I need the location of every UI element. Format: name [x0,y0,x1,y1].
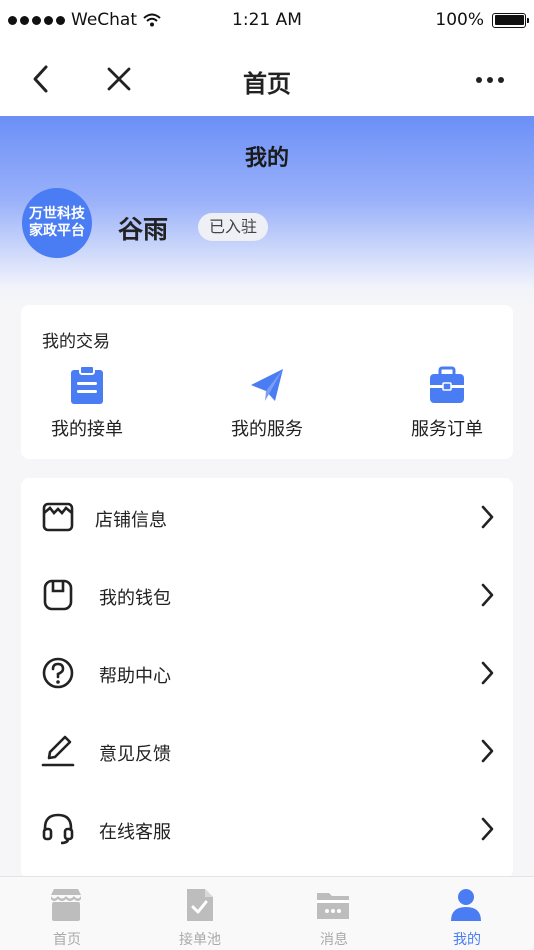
status-bar: WeChat 1:21 AM 100% [0,0,534,42]
document-check-icon [187,889,213,921]
profile-header: 我的 万世科技 家政平台 谷雨 已入驻 [0,116,534,306]
service-orders-label: 服务订单 [411,419,483,440]
menu-item-help-center[interactable]: 帮助中心 [21,634,513,712]
headset-icon [42,813,74,845]
status-right: 100% [435,10,529,30]
avatar-text-line2: 家政平台 [29,223,85,239]
chevron-right-icon [481,505,494,529]
menu-card: 店铺信息 我的钱包 帮助中心 意见反馈 在线客服 [21,478,513,878]
nav-bar: 首页 [0,42,534,116]
my-services-label: 我的服务 [231,419,303,440]
menu-item-label: 意见反馈 [99,744,171,765]
my-orders-button[interactable]: 我的接单 [27,365,147,445]
tab-order-pool[interactable]: 接单池 [133,877,267,950]
briefcase-icon [430,366,464,403]
tab-label: 消息 [320,932,348,948]
menu-item-label: 店铺信息 [95,510,167,531]
tab-home[interactable]: 首页 [0,877,134,950]
store-icon [42,502,74,532]
chevron-right-icon [481,661,494,685]
user-icon [451,889,481,921]
menu-item-label: 帮助中心 [99,666,171,687]
more-icon[interactable] [476,68,508,92]
menu-item-label: 我的钱包 [99,588,171,609]
chevron-right-icon [481,583,494,607]
battery-label: 100% [435,10,484,30]
menu-item-label: 在线客服 [99,822,171,843]
edit-icon [41,735,75,767]
tab-label: 我的 [453,932,481,948]
user-name: 谷雨 [118,215,169,244]
tab-label: 接单池 [179,932,221,948]
tab-mine[interactable]: 我的 [400,877,534,950]
avatar[interactable]: 万世科技 家政平台 [22,188,92,258]
avatar-text-line1: 万世科技 [29,206,85,222]
shop-icon [51,889,81,921]
wallet-icon [43,579,73,611]
menu-item-online-support[interactable]: 在线客服 [21,790,513,868]
page-title: 首页 [243,70,291,98]
service-orders-button[interactable]: 服务订单 [387,365,507,445]
my-orders-label: 我的接单 [51,419,123,440]
status-badge: 已入驻 [198,213,269,241]
battery-icon [492,12,529,28]
tab-messages[interactable]: 消息 [267,877,401,950]
chevron-right-icon [481,739,494,763]
menu-item-store-info[interactable]: 店铺信息 [21,478,513,556]
tab-label: 首页 [53,932,81,948]
trade-card-title: 我的交易 [42,332,110,352]
clipboard-icon [71,365,103,404]
chevron-right-icon [481,817,494,841]
help-icon [42,657,74,689]
menu-item-wallet[interactable]: 我的钱包 [21,556,513,634]
trade-card: 我的交易 我的接单 我的服务 服务订单 [21,305,513,459]
menu-item-feedback[interactable]: 意见反馈 [21,712,513,790]
paper-plane-icon [251,369,283,401]
my-services-button[interactable]: 我的服务 [207,365,327,445]
tab-bar: 首页 接单池 消息 我的 [0,876,534,950]
folder-icon [317,893,349,919]
section-title: 我的 [244,146,289,171]
